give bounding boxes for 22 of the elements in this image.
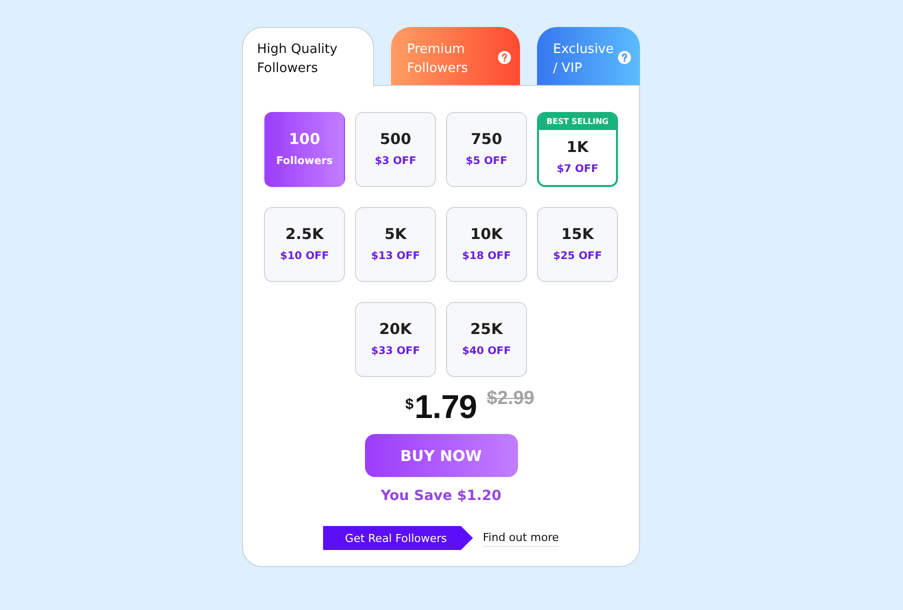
package-option[interactable]: 500 $3 OFF xyxy=(355,112,436,187)
package-option[interactable]: BEST SELLING 1K $7 OFF xyxy=(537,112,618,187)
help-icon[interactable] xyxy=(618,51,631,64)
package-option[interactable]: 2.5K $10 OFF xyxy=(264,207,345,282)
buy-now-button[interactable]: BUY NOW xyxy=(364,434,518,477)
package-option[interactable]: 10K $18 OFF xyxy=(446,207,527,282)
package-option[interactable]: 100 Followers xyxy=(264,112,345,187)
find-out-more-link[interactable]: Find out more xyxy=(482,529,559,547)
tab[interactable]: High Quality Followers xyxy=(242,27,374,86)
package-option[interactable]: 750 $5 OFF xyxy=(446,112,527,187)
price-amount: 1.79 xyxy=(414,387,477,427)
savings-text: You Save $1.20 xyxy=(380,487,502,506)
currency-symbol: $ xyxy=(405,396,414,413)
tab[interactable]: Exclusive / VIP xyxy=(537,27,640,85)
package-option[interactable]: 5K $13 OFF xyxy=(355,207,436,282)
package-option[interactable]: 20K $33 OFF xyxy=(355,302,436,377)
original-price: $2.99 xyxy=(486,388,534,410)
ribbon-banner: Get Real Followers xyxy=(323,526,473,550)
package-option[interactable]: 15K $25 OFF xyxy=(537,207,618,282)
package-option[interactable]: 25K $40 OFF xyxy=(446,302,527,377)
help-icon[interactable] xyxy=(498,51,511,64)
best-selling-badge: BEST SELLING xyxy=(539,114,616,130)
